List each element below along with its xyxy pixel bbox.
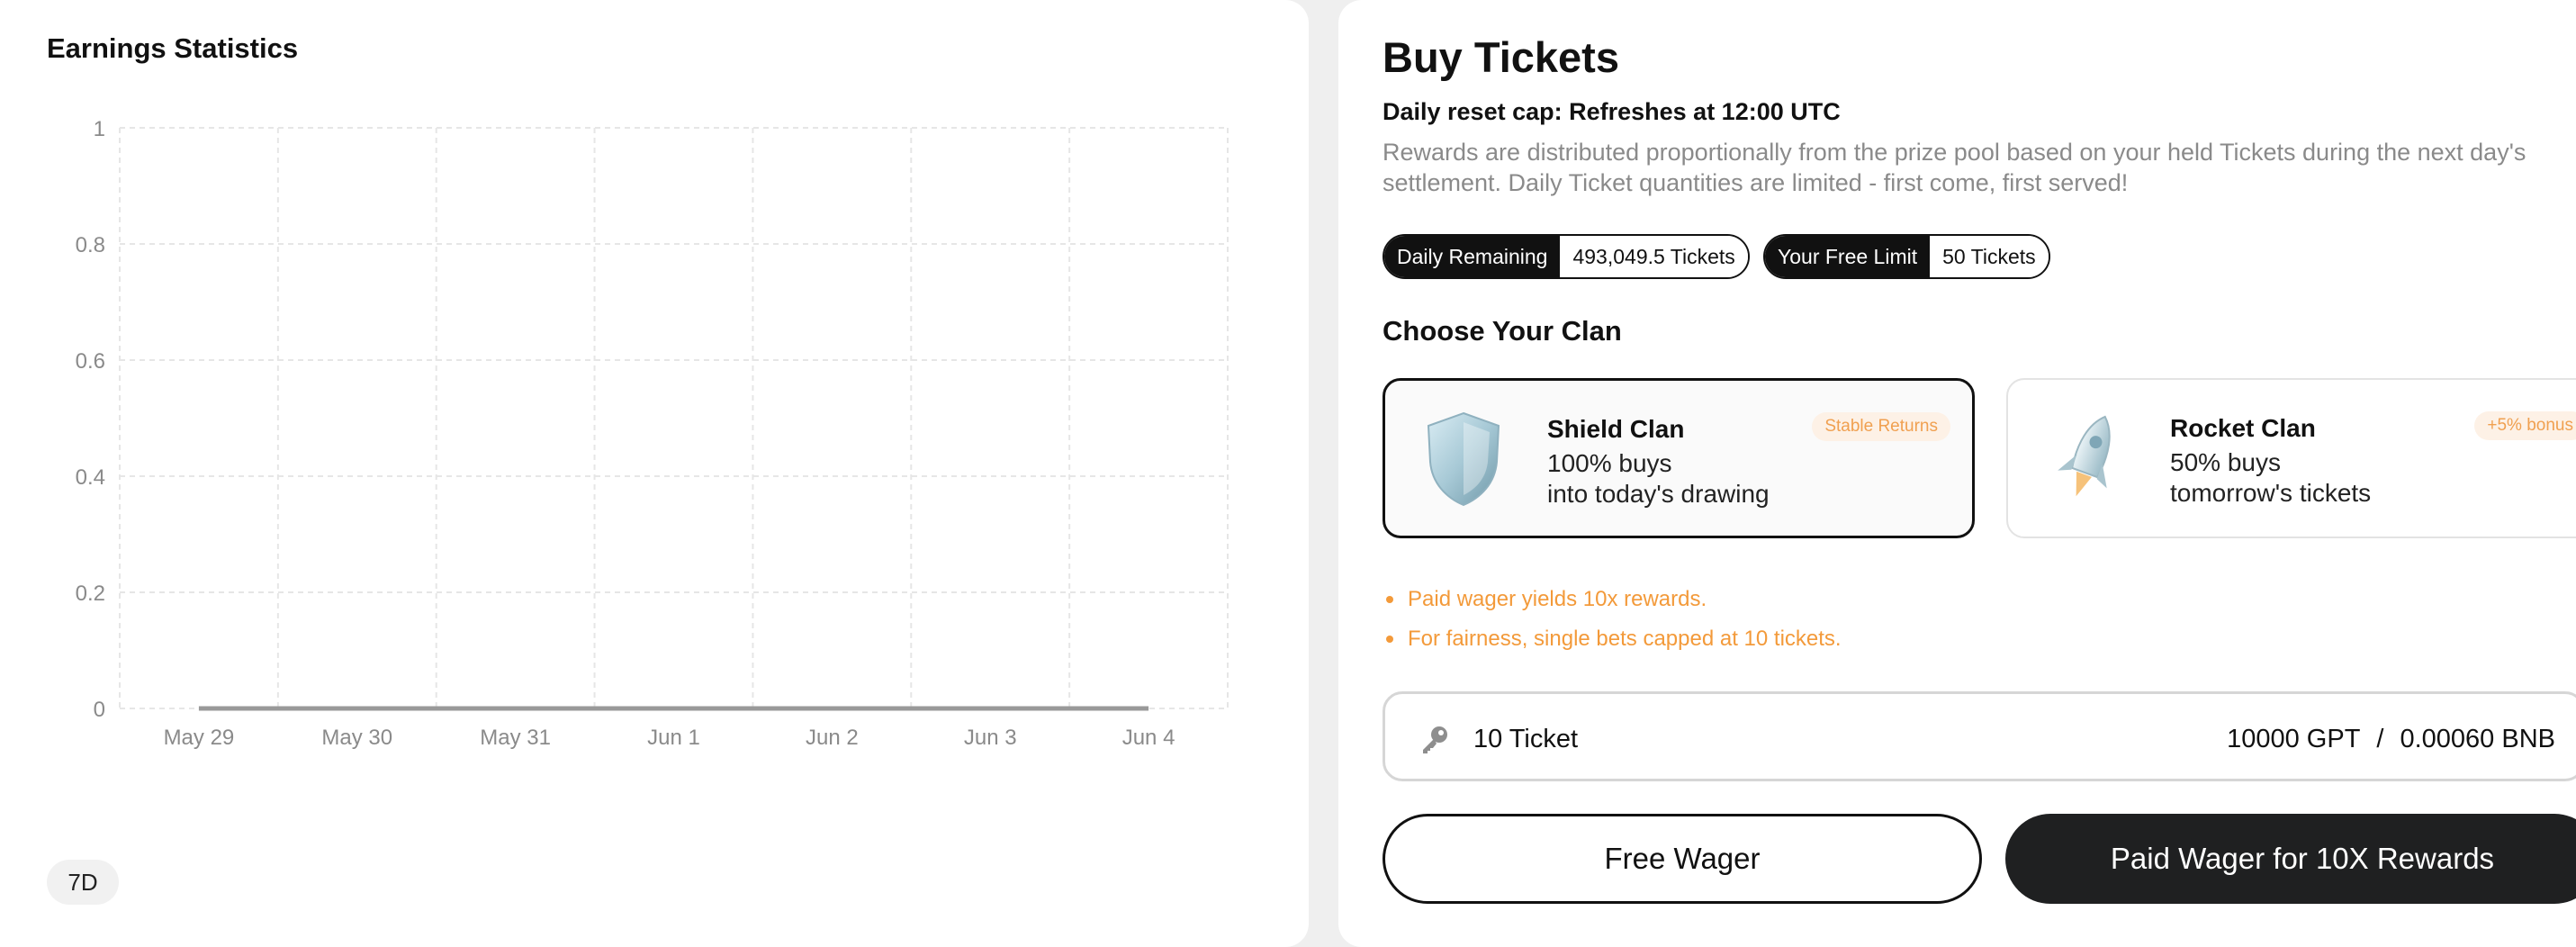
x-tick-label: Jun 2 — [806, 726, 859, 750]
daily-remaining-value: 493,049.5 Tickets — [1560, 236, 1748, 277]
y-tick-label: 1 — [94, 117, 105, 141]
earnings-title: Earnings Statistics — [47, 32, 299, 64]
buy-tickets-title: Buy Tickets — [1383, 33, 1619, 81]
price-separator: / — [2376, 725, 2384, 753]
clan-tag: Stable Returns — [1812, 412, 1950, 441]
bnb-price: 0.00060 BNB — [2400, 725, 2555, 753]
range-7d-button[interactable]: 7D — [47, 860, 119, 905]
clan-desc-line2: tomorrow's tickets — [2170, 479, 2372, 507]
y-tick-label: 0.4 — [76, 465, 105, 490]
free-limit-value: 50 Tickets — [1930, 236, 2049, 277]
y-tick-label: 0.8 — [76, 233, 105, 257]
free-limit-label: Your Free Limit — [1765, 236, 1931, 277]
x-tick-label: May 31 — [480, 726, 551, 750]
buy-tickets-panel: Buy Tickets Daily reset cap: Refreshes a… — [1338, 0, 2576, 947]
clan-tag: +5% bonus — [2474, 411, 2576, 440]
earnings-chart: 0 0.2 0.4 0.6 0.8 1 May 29 May 30 May 31 Jun 1 Jun… — [76, 117, 1229, 750]
choose-clan-heading: Choose Your Clan — [1383, 315, 1622, 347]
x-tick-label: May 29 — [164, 726, 235, 750]
ticket-selector[interactable]: 10 Ticket 10000 GPT / 0.00060 BNB — [1383, 691, 2576, 781]
note-item: Paid wager yields 10x rewards. — [1383, 580, 1842, 619]
clan-name: Shield Clan — [1547, 415, 1685, 443]
x-tick-label: Jun 4 — [1122, 726, 1175, 750]
clan-desc-line1: 50% buys — [2170, 448, 2281, 476]
ticket-price: 10000 GPT / 0.00060 BNB — [2227, 725, 2555, 754]
daily-remaining-pill: Daily Remaining 493,049.5 Tickets — [1383, 234, 1750, 279]
y-tick-label: 0.6 — [76, 349, 105, 374]
x-tick-label: Jun 1 — [647, 726, 700, 750]
clan-desc-line1: 100% buys — [1547, 449, 1672, 477]
earnings-panel: Earnings Statistics 0 0.2 0.4 0.6 0.8 1 May 29… — [0, 0, 1309, 947]
reset-cap-subtitle: Daily reset cap: Refreshes at 12:00 UTC — [1383, 98, 1841, 125]
free-wager-button[interactable]: Free Wager — [1383, 814, 1982, 904]
paid-wager-button[interactable]: Paid Wager for 10X Rewards — [2005, 814, 2576, 904]
x-tick-label: May 30 — [321, 726, 392, 750]
key-icon — [1423, 726, 1447, 753]
clan-card-shield[interactable]: Shield Clan Stable Returns 100% buys int… — [1383, 378, 1975, 538]
ticket-count: 10 Ticket — [1473, 725, 1579, 753]
gpt-price: 10000 GPT — [2227, 725, 2361, 753]
y-tick-label: 0.2 — [76, 582, 105, 606]
y-tick-label: 0 — [94, 698, 105, 722]
clan-desc-line2: into today's drawing — [1547, 480, 1770, 508]
clan-name: Rocket Clan — [2170, 414, 2316, 442]
free-limit-pill: Your Free Limit 50 Tickets — [1763, 234, 2050, 279]
rocket-icon — [2058, 415, 2111, 497]
note-item: For fairness, single bets capped at 10 t… — [1383, 619, 1842, 659]
x-tick-label: Jun 3 — [964, 726, 1017, 750]
wager-notes: Paid wager yields 10x rewards. For fairn… — [1383, 580, 1842, 659]
clan-card-rocket[interactable]: Rocket Clan +5% bonus 50% buys tomorrow'… — [2006, 378, 2576, 538]
daily-remaining-label: Daily Remaining — [1384, 236, 1561, 277]
rewards-description: Rewards are distributed proportionally f… — [1383, 139, 2526, 196]
shield-icon — [1427, 411, 1500, 507]
